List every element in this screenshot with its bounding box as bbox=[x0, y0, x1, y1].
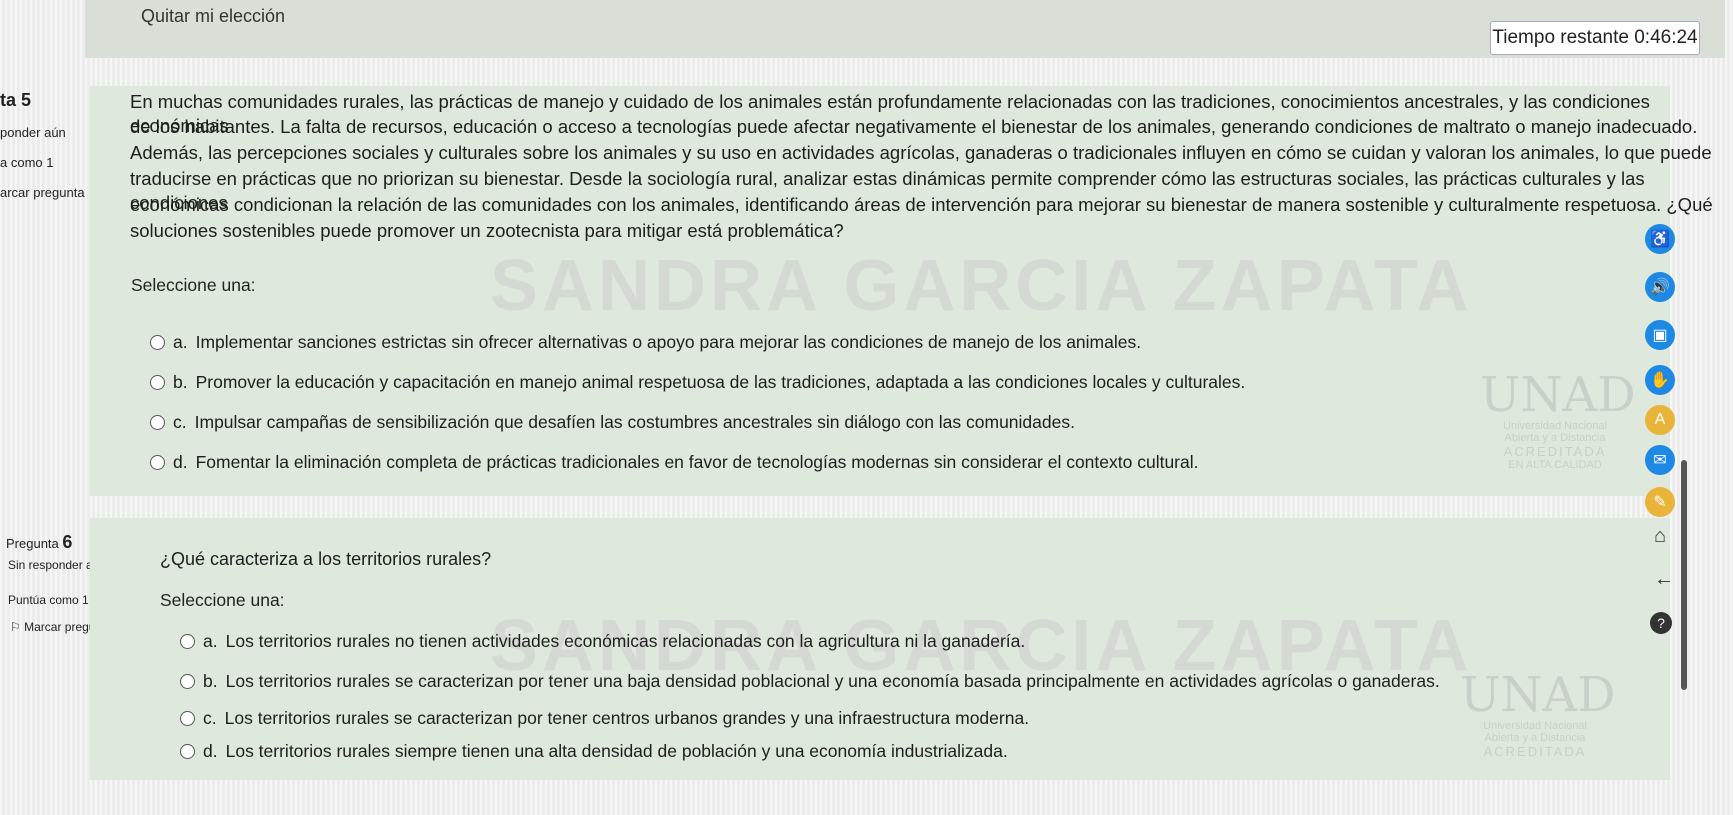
flag-icon: ⚐ bbox=[10, 620, 21, 634]
timer-box: Tiempo restante 0:46:24 bbox=[1490, 21, 1700, 55]
radio-button[interactable] bbox=[180, 711, 195, 726]
q6-score: Puntúa como 1 bbox=[8, 593, 89, 607]
q6-number: Pregunta 6 bbox=[6, 532, 73, 552]
help-icon[interactable]: ? bbox=[1650, 612, 1672, 634]
speaker-icon[interactable]: 🔊 bbox=[1645, 272, 1675, 302]
q5-flag-link[interactable]: arcar pregunta bbox=[0, 185, 85, 200]
remove-choice-link[interactable]: Quitar mi elección bbox=[141, 6, 285, 27]
note-icon[interactable]: ✎ bbox=[1645, 487, 1675, 517]
q5-option-c[interactable]: c. Impulsar campañas de sensibilización … bbox=[150, 412, 1075, 433]
radio-button[interactable] bbox=[180, 744, 195, 759]
scrollbar[interactable] bbox=[1681, 460, 1687, 690]
radio-button[interactable] bbox=[180, 634, 195, 649]
q6-option-d[interactable]: d. Los territorios rurales siempre tiene… bbox=[180, 741, 1008, 762]
q6-option-a[interactable]: a. Los territorios rurales no tienen act… bbox=[180, 631, 1025, 652]
q5-option-a[interactable]: a. Implementar sanciones estrictas sin o… bbox=[150, 332, 1141, 353]
header-band bbox=[85, 0, 1725, 58]
radio-button[interactable] bbox=[180, 674, 195, 689]
radio-button[interactable] bbox=[150, 335, 165, 350]
radio-button[interactable] bbox=[150, 375, 165, 390]
question-6-text: ¿Qué caracteriza a los territorios rural… bbox=[160, 549, 492, 569]
image-icon[interactable]: ▣ bbox=[1645, 320, 1675, 350]
q6-option-b[interactable]: b. Los territorios rurales se caracteriz… bbox=[180, 671, 1440, 692]
accessibility-icon[interactable]: ♿ bbox=[1645, 224, 1675, 254]
q6-select-label: Seleccione una: bbox=[160, 590, 285, 610]
q5-select-label: Seleccione una: bbox=[131, 275, 256, 295]
q5-option-d[interactable]: d. Fomentar la eliminación completa de p… bbox=[150, 452, 1199, 473]
q6-option-c[interactable]: c. Los territorios rurales se caracteriz… bbox=[180, 708, 1029, 729]
radio-button[interactable] bbox=[150, 455, 165, 470]
radio-button[interactable] bbox=[150, 415, 165, 430]
home-icon[interactable]: ⌂ bbox=[1654, 525, 1666, 548]
q5-number: ta 5 bbox=[0, 90, 32, 110]
q5-score: a como 1 bbox=[0, 155, 54, 170]
font-icon[interactable]: A bbox=[1645, 405, 1675, 435]
timer-label: Tiempo restante bbox=[1492, 27, 1629, 48]
back-arrow-icon[interactable]: ← bbox=[1654, 568, 1674, 591]
q5-option-b[interactable]: b. Promover la educación y capacitación … bbox=[150, 372, 1245, 393]
timer-value: 0:46:24 bbox=[1634, 27, 1698, 48]
mail-icon[interactable]: ✉ bbox=[1645, 445, 1675, 475]
q5-status: ponder aún bbox=[0, 125, 66, 140]
hand-icon[interactable]: ✋ bbox=[1645, 365, 1675, 395]
